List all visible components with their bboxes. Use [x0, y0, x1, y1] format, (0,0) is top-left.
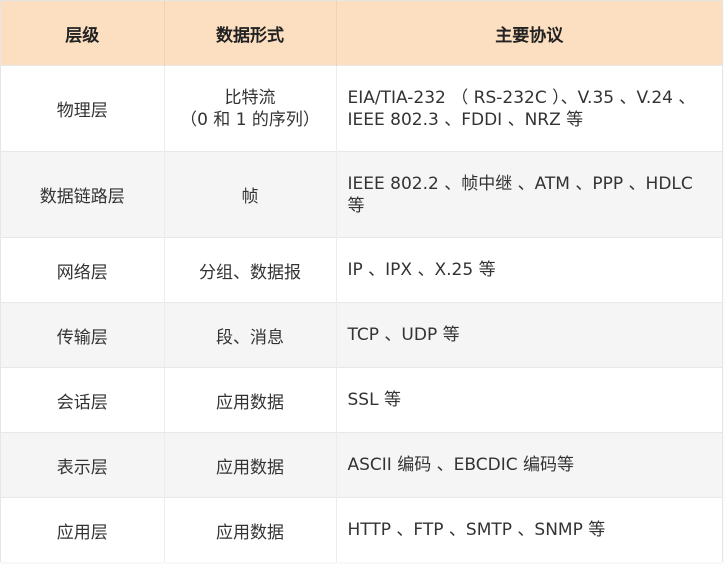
osi-protocol-table: 层级 数据形式 主要协议 物理层 比特流 （0 和 1 的序列） EIA/TIA…: [0, 0, 723, 562]
header-row: 层级 数据形式 主要协议: [1, 1, 722, 66]
cell-data-format: 比特流 （0 和 1 的序列）: [164, 65, 337, 152]
table-row: 应用层 应用数据 HTTP 、FTP 、SMTP 、SNMP 等: [1, 497, 722, 562]
cell-layer: 应用层: [1, 497, 165, 562]
header-data-format: 数据形式: [164, 1, 337, 66]
cell-layer: 传输层: [1, 302, 165, 368]
table-body: 物理层 比特流 （0 和 1 的序列） EIA/TIA-232 （ RS-232…: [1, 65, 722, 562]
cell-protocols: ASCII 编码 、EBCDIC 编码等: [336, 432, 722, 498]
header-main-protocols: 主要协议: [336, 1, 722, 66]
table-row: 表示层 应用数据 ASCII 编码 、EBCDIC 编码等: [1, 432, 722, 498]
cell-format-line1: 比特流: [224, 87, 276, 108]
cell-protocols: IEEE 802.2 、帧中继 、ATM 、PPP 、HDLC 等: [336, 151, 722, 238]
table-row: 会话层 应用数据 SSL 等: [1, 367, 722, 433]
cell-format-line2: （0 和 1 的序列）: [180, 109, 320, 130]
cell-data-format: 段、消息: [164, 302, 337, 368]
cell-protocols: IP 、IPX 、X.25 等: [336, 237, 722, 303]
cell-layer: 物理层: [1, 65, 165, 152]
cell-layer: 表示层: [1, 432, 165, 498]
cell-protocols: EIA/TIA-232 （ RS-232C ）、V.35 、V.24 、IEEE…: [336, 65, 722, 152]
cell-data-format: 帧: [164, 151, 337, 238]
cell-protocols: TCP 、UDP 等: [336, 302, 722, 368]
header-layer: 层级: [1, 1, 165, 66]
cell-protocols: HTTP 、FTP 、SMTP 、SNMP 等: [336, 497, 722, 562]
table-row: 网络层 分组、数据报 IP 、IPX 、X.25 等: [1, 237, 722, 303]
protocol-table: 层级 数据形式 主要协议 物理层 比特流 （0 和 1 的序列） EIA/TIA…: [1, 1, 722, 562]
cell-data-format: 应用数据: [164, 432, 337, 498]
table-header: 层级 数据形式 主要协议: [1, 1, 722, 66]
table-row: 数据链路层 帧 IEEE 802.2 、帧中继 、ATM 、PPP 、HDLC …: [1, 151, 722, 238]
table-row: 物理层 比特流 （0 和 1 的序列） EIA/TIA-232 （ RS-232…: [1, 65, 722, 152]
cell-protocols: SSL 等: [336, 367, 722, 433]
cell-layer: 网络层: [1, 237, 165, 303]
cell-layer: 会话层: [1, 367, 165, 433]
cell-data-format: 分组、数据报: [164, 237, 337, 303]
table-row: 传输层 段、消息 TCP 、UDP 等: [1, 302, 722, 368]
cell-layer: 数据链路层: [1, 151, 165, 238]
cell-data-format: 应用数据: [164, 497, 337, 562]
cell-data-format: 应用数据: [164, 367, 337, 433]
